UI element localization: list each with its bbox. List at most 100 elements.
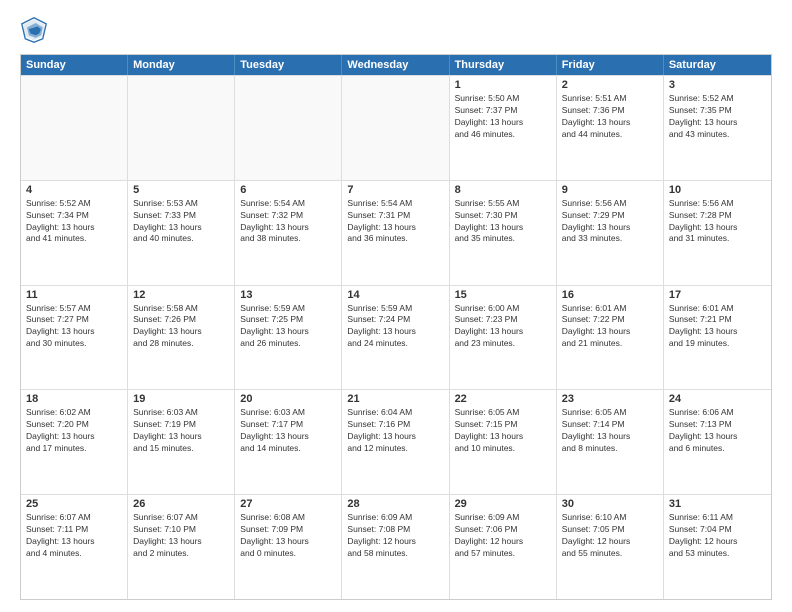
day-detail: Sunrise: 6:09 AM Sunset: 7:08 PM Dayligh… (347, 512, 443, 560)
day-number: 12 (133, 289, 229, 301)
day-number: 4 (26, 184, 122, 196)
day-cell-empty-0-3 (342, 76, 449, 180)
day-number: 27 (240, 498, 336, 510)
day-cell-20: 20 Sunrise: 6:03 AM Sunset: 7:17 PM Dayli… (235, 390, 342, 494)
day-cell-28: 28Sunrise: 6:09 AM Sunset: 7:08 PM Dayli… (342, 495, 449, 599)
day-number: 6 (240, 184, 336, 196)
weekday-header-saturday: Saturday (664, 55, 771, 75)
day-number: 13 (240, 289, 336, 301)
calendar-row-4: 25 Sunrise: 6:07 AM Sunset: 7:11 PM Dayli… (21, 494, 771, 599)
day-number: 7 (347, 184, 443, 196)
day-cell-14: 14 Sunrise: 5:59 AM Sunset: 7:24 PM Dayli… (342, 286, 449, 390)
day-cell-empty-0-1 (128, 76, 235, 180)
day-detail: Sunrise: 5:55 AM Sunset: 7:30 PM Dayligh… (455, 198, 551, 246)
calendar-row-3: 18 Sunrise: 6:02 AM Sunset: 7:20 PM Dayli… (21, 389, 771, 494)
weekday-header-thursday: Thursday (450, 55, 557, 75)
day-detail: Sunrise: 6:04 AM Sunset: 7:16 PM Dayligh… (347, 407, 443, 455)
day-cell-8: 8 Sunrise: 5:55 AM Sunset: 7:30 PM Daylig… (450, 181, 557, 285)
weekday-header-friday: Friday (557, 55, 664, 75)
day-number: 18 (26, 393, 122, 405)
day-detail: Sunrise: 6:06 AM Sunset: 7:13 PM Dayligh… (669, 407, 766, 455)
day-detail: Sunrise: 5:54 AM Sunset: 7:32 PM Dayligh… (240, 198, 336, 246)
day-number: 17 (669, 289, 766, 301)
weekday-header-tuesday: Tuesday (235, 55, 342, 75)
day-number: 23 (562, 393, 658, 405)
calendar: SundayMondayTuesdayWednesdayThursdayFrid… (20, 54, 772, 600)
calendar-row-2: 11Sunrise: 5:57 AM Sunset: 7:27 PM Dayli… (21, 285, 771, 390)
calendar-row-1: 4Sunrise: 5:52 AM Sunset: 7:34 PM Daylig… (21, 180, 771, 285)
day-cell-21: 21 Sunrise: 6:04 AM Sunset: 7:16 PM Dayli… (342, 390, 449, 494)
day-cell-23: 23 Sunrise: 6:05 AM Sunset: 7:14 PM Dayli… (557, 390, 664, 494)
day-number: 22 (455, 393, 551, 405)
day-number: 5 (133, 184, 229, 196)
day-cell-25: 25 Sunrise: 6:07 AM Sunset: 7:11 PM Dayli… (21, 495, 128, 599)
calendar-row-0: 1 Sunrise: 5:50 AM Sunset: 7:37 PM Daylig… (21, 75, 771, 180)
day-cell-18: 18 Sunrise: 6:02 AM Sunset: 7:20 PM Dayli… (21, 390, 128, 494)
day-detail: Sunrise: 6:05 AM Sunset: 7:15 PM Dayligh… (455, 407, 551, 455)
day-number: 14 (347, 289, 443, 301)
day-cell-6: 6 Sunrise: 5:54 AM Sunset: 7:32 PM Daylig… (235, 181, 342, 285)
day-cell-29: 29 Sunrise: 6:09 AM Sunset: 7:06 PM Dayli… (450, 495, 557, 599)
day-number: 1 (455, 79, 551, 91)
page: SundayMondayTuesdayWednesdayThursdayFrid… (0, 0, 792, 612)
day-cell-30: 30Sunrise: 6:10 AM Sunset: 7:05 PM Dayli… (557, 495, 664, 599)
day-detail: Sunrise: 5:58 AM Sunset: 7:26 PM Dayligh… (133, 303, 229, 351)
day-number: 24 (669, 393, 766, 405)
day-number: 19 (133, 393, 229, 405)
day-detail: Sunrise: 5:51 AM Sunset: 7:36 PM Dayligh… (562, 93, 658, 141)
day-number: 10 (669, 184, 766, 196)
day-detail: Sunrise: 5:50 AM Sunset: 7:37 PM Dayligh… (455, 93, 551, 141)
header (20, 16, 772, 44)
day-cell-13: 13Sunrise: 5:59 AM Sunset: 7:25 PM Dayli… (235, 286, 342, 390)
day-cell-3: 3 Sunrise: 5:52 AM Sunset: 7:35 PM Daylig… (664, 76, 771, 180)
day-cell-31: 31Sunrise: 6:11 AM Sunset: 7:04 PM Dayli… (664, 495, 771, 599)
weekday-header-monday: Monday (128, 55, 235, 75)
day-cell-11: 11Sunrise: 5:57 AM Sunset: 7:27 PM Dayli… (21, 286, 128, 390)
day-number: 9 (562, 184, 658, 196)
day-cell-12: 12 Sunrise: 5:58 AM Sunset: 7:26 PM Dayli… (128, 286, 235, 390)
day-number: 31 (669, 498, 766, 510)
day-cell-1: 1 Sunrise: 5:50 AM Sunset: 7:37 PM Daylig… (450, 76, 557, 180)
day-cell-26: 26 Sunrise: 6:07 AM Sunset: 7:10 PM Dayli… (128, 495, 235, 599)
calendar-header: SundayMondayTuesdayWednesdayThursdayFrid… (21, 55, 771, 75)
day-cell-2: 2 Sunrise: 5:51 AM Sunset: 7:36 PM Daylig… (557, 76, 664, 180)
day-number: 2 (562, 79, 658, 91)
day-number: 25 (26, 498, 122, 510)
day-detail: Sunrise: 6:07 AM Sunset: 7:11 PM Dayligh… (26, 512, 122, 560)
day-detail: Sunrise: 6:02 AM Sunset: 7:20 PM Dayligh… (26, 407, 122, 455)
weekday-header-wednesday: Wednesday (342, 55, 449, 75)
day-cell-15: 15 Sunrise: 6:00 AM Sunset: 7:23 PM Dayli… (450, 286, 557, 390)
day-cell-17: 17 Sunrise: 6:01 AM Sunset: 7:21 PM Dayli… (664, 286, 771, 390)
logo (20, 16, 52, 44)
weekday-header-sunday: Sunday (21, 55, 128, 75)
day-detail: Sunrise: 6:01 AM Sunset: 7:21 PM Dayligh… (669, 303, 766, 351)
logo-icon (20, 16, 48, 44)
day-number: 15 (455, 289, 551, 301)
day-cell-24: 24 Sunrise: 6:06 AM Sunset: 7:13 PM Dayli… (664, 390, 771, 494)
day-detail: Sunrise: 5:59 AM Sunset: 7:24 PM Dayligh… (347, 303, 443, 351)
day-number: 26 (133, 498, 229, 510)
day-detail: Sunrise: 6:05 AM Sunset: 7:14 PM Dayligh… (562, 407, 658, 455)
day-cell-5: 5 Sunrise: 5:53 AM Sunset: 7:33 PM Daylig… (128, 181, 235, 285)
day-detail: Sunrise: 5:57 AM Sunset: 7:27 PM Dayligh… (26, 303, 122, 351)
day-cell-empty-0-2 (235, 76, 342, 180)
day-cell-27: 27Sunrise: 6:08 AM Sunset: 7:09 PM Dayli… (235, 495, 342, 599)
day-number: 21 (347, 393, 443, 405)
day-cell-16: 16 Sunrise: 6:01 AM Sunset: 7:22 PM Dayli… (557, 286, 664, 390)
day-cell-empty-0-0 (21, 76, 128, 180)
day-detail: Sunrise: 5:52 AM Sunset: 7:35 PM Dayligh… (669, 93, 766, 141)
day-detail: Sunrise: 5:53 AM Sunset: 7:33 PM Dayligh… (133, 198, 229, 246)
day-detail: Sunrise: 6:03 AM Sunset: 7:17 PM Dayligh… (240, 407, 336, 455)
day-number: 8 (455, 184, 551, 196)
day-cell-9: 9Sunrise: 5:56 AM Sunset: 7:29 PM Daylig… (557, 181, 664, 285)
day-detail: Sunrise: 6:00 AM Sunset: 7:23 PM Dayligh… (455, 303, 551, 351)
day-number: 20 (240, 393, 336, 405)
day-detail: Sunrise: 6:01 AM Sunset: 7:22 PM Dayligh… (562, 303, 658, 351)
day-number: 29 (455, 498, 551, 510)
day-detail: Sunrise: 6:09 AM Sunset: 7:06 PM Dayligh… (455, 512, 551, 560)
day-cell-4: 4Sunrise: 5:52 AM Sunset: 7:34 PM Daylig… (21, 181, 128, 285)
day-detail: Sunrise: 6:07 AM Sunset: 7:10 PM Dayligh… (133, 512, 229, 560)
day-detail: Sunrise: 6:10 AM Sunset: 7:05 PM Dayligh… (562, 512, 658, 560)
day-number: 3 (669, 79, 766, 91)
day-number: 16 (562, 289, 658, 301)
